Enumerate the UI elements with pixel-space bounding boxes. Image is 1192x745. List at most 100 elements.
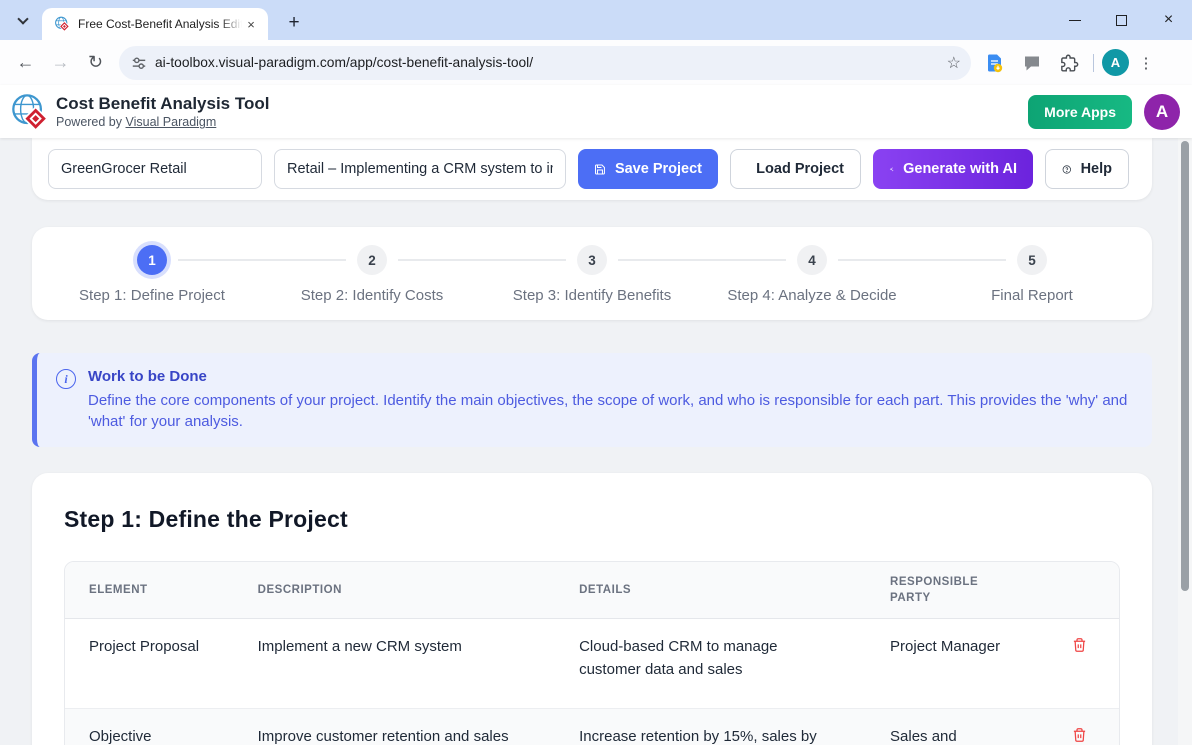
step-2-circle: 2 (357, 245, 387, 275)
cell-description: Improve customer retention and sales (234, 709, 555, 745)
toolbar-divider (1093, 54, 1094, 72)
browser-extensions-row: A ⋮ (979, 47, 1158, 79)
cell-actions (1040, 709, 1119, 745)
window-controls: × (1051, 0, 1192, 40)
help-button[interactable]: Help (1045, 149, 1129, 189)
project-description-input[interactable] (274, 149, 566, 189)
cell-element: Objective (65, 709, 234, 745)
favicon-visual-paradigm (54, 16, 70, 32)
delete-row-button[interactable] (1070, 725, 1089, 745)
page-content: Save Project Load Project Generate with … (0, 138, 1192, 745)
chevron-down-icon (17, 13, 28, 24)
cell-details-text: Increase retention by 15%, sales by (579, 725, 817, 745)
table-header-row: Element Description Details Responsible … (65, 562, 1119, 619)
step-5-circle: 5 (1017, 245, 1047, 275)
visual-paradigm-link[interactable]: Visual Paradigm (126, 115, 217, 129)
docs-extension-icon[interactable] (979, 47, 1011, 79)
page-title: Cost Benefit Analysis Tool (56, 94, 269, 114)
close-window-button[interactable]: × (1145, 0, 1192, 40)
generate-with-ai-button[interactable]: Generate with AI (873, 149, 1033, 189)
help-button-label: Help (1081, 161, 1112, 177)
col-header-actions (1040, 562, 1119, 619)
trash-icon (1072, 637, 1087, 653)
step-1-circle: 1 (137, 245, 167, 275)
stepper-step-1[interactable]: 1 Step 1: Define Project (42, 245, 262, 304)
minimize-icon (1069, 20, 1081, 21)
delete-row-button[interactable] (1070, 635, 1089, 655)
load-button-label: Load Project (756, 161, 844, 177)
project-toolbar-card: Save Project Load Project Generate with … (32, 138, 1152, 200)
col-header-element: Element (65, 562, 234, 619)
powered-by-prefix: Powered by (56, 115, 122, 129)
maximize-button[interactable] (1098, 0, 1145, 40)
info-banner-body: Define the core components of your proje… (88, 390, 1130, 432)
maximize-icon (1116, 15, 1127, 26)
work-to-be-done-banner: i Work to be Done Define the core compon… (32, 353, 1152, 447)
save-icon (594, 161, 606, 178)
project-name-input[interactable] (48, 149, 262, 189)
cell-actions (1040, 619, 1119, 709)
close-icon: × (1164, 12, 1173, 28)
save-button-label: Save Project (615, 161, 702, 177)
page-scrollbar (1178, 138, 1192, 745)
cell-details: Cloud-based CRM to manage customer data … (555, 619, 866, 709)
forward-button[interactable]: → (43, 46, 78, 80)
stepper-step-3[interactable]: 3 Step 3: Identify Benefits (482, 245, 702, 304)
step-2-label: Step 2: Identify Costs (301, 287, 444, 304)
browser-titlebar: Free Cost-Benefit Analysis Edito × + × (0, 0, 1192, 40)
scrollbar-thumb[interactable] (1181, 141, 1189, 591)
browser-menu-kebab-icon[interactable]: ⋮ (1134, 54, 1158, 72)
tab-close-button[interactable]: × (242, 15, 260, 33)
info-icon: i (56, 369, 76, 389)
save-project-button[interactable]: Save Project (578, 149, 718, 189)
cell-details-text: Cloud-based CRM to manage customer data … (579, 635, 829, 682)
load-project-button[interactable]: Load Project (730, 149, 861, 189)
info-banner-title: Work to be Done (88, 368, 1130, 385)
cell-party: Sales and (866, 709, 1040, 745)
app-user-avatar[interactable]: A (1144, 94, 1180, 130)
step-3-circle: 3 (577, 245, 607, 275)
site-settings-icon (131, 55, 147, 71)
cell-party: Project Manager (866, 619, 1040, 709)
trash-icon (1072, 727, 1087, 743)
browser-tab[interactable]: Free Cost-Benefit Analysis Edito × (42, 8, 268, 40)
stepper-step-5[interactable]: 5 Final Report (922, 245, 1142, 304)
side-panel-bubble-icon[interactable] (1016, 47, 1048, 79)
reload-button[interactable]: ↻ (78, 46, 113, 80)
new-tab-button[interactable]: + (280, 9, 308, 37)
step-3-label: Step 3: Identify Benefits (513, 287, 671, 304)
col-header-details: Details (555, 562, 866, 619)
step-heading: Step 1: Define the Project (64, 506, 1120, 533)
stepper-step-4[interactable]: 4 Step 4: Analyze & Decide (702, 245, 922, 304)
stepper-step-2[interactable]: 2 Step 2: Identify Costs (262, 245, 482, 304)
address-bar[interactable]: ai-toolbox.visual-paradigm.com/app/cost-… (119, 46, 971, 80)
step-4-label: Step 4: Analyze & Decide (727, 287, 896, 304)
col-header-responsible-party: Responsible Party (866, 562, 1040, 619)
extensions-puzzle-icon[interactable] (1053, 47, 1085, 79)
bookmark-star-icon[interactable]: ☆ (947, 53, 961, 73)
table-row: Objective Improve customer retention and… (65, 709, 1119, 745)
wizard-stepper: 1 Step 1: Define Project 2 Step 2: Ident… (32, 227, 1152, 320)
back-button[interactable]: ← (8, 46, 43, 80)
col-header-description: Description (234, 562, 555, 619)
more-apps-button[interactable]: More Apps (1028, 95, 1132, 129)
browser-profile-avatar[interactable]: A (1102, 49, 1129, 76)
define-project-table: Element Description Details Responsible … (64, 561, 1120, 745)
browser-toolbar: ← → ↻ ai-toolbox.visual-paradigm.com/app… (0, 40, 1192, 85)
cell-details: Increase retention by 15%, sales by (555, 709, 866, 745)
step-1-card: Step 1: Define the Project Element Descr… (32, 473, 1152, 745)
cell-element: Project Proposal (65, 619, 234, 709)
step-5-label: Final Report (991, 287, 1073, 304)
app-header: Cost Benefit Analysis Tool Powered by Vi… (0, 85, 1192, 138)
help-circle-icon (1062, 160, 1072, 179)
generate-button-label: Generate with AI (903, 161, 1017, 177)
cell-description: Implement a new CRM system (234, 619, 555, 709)
step-4-circle: 4 (797, 245, 827, 275)
url-text: ai-toolbox.visual-paradigm.com/app/cost-… (155, 55, 947, 70)
sparkles-icon (889, 161, 894, 178)
tab-search-button[interactable] (10, 8, 36, 32)
visual-paradigm-logo (10, 93, 48, 131)
powered-by: Powered by Visual Paradigm (56, 115, 269, 129)
step-1-label: Step 1: Define Project (79, 287, 225, 304)
minimize-button[interactable] (1051, 0, 1098, 40)
